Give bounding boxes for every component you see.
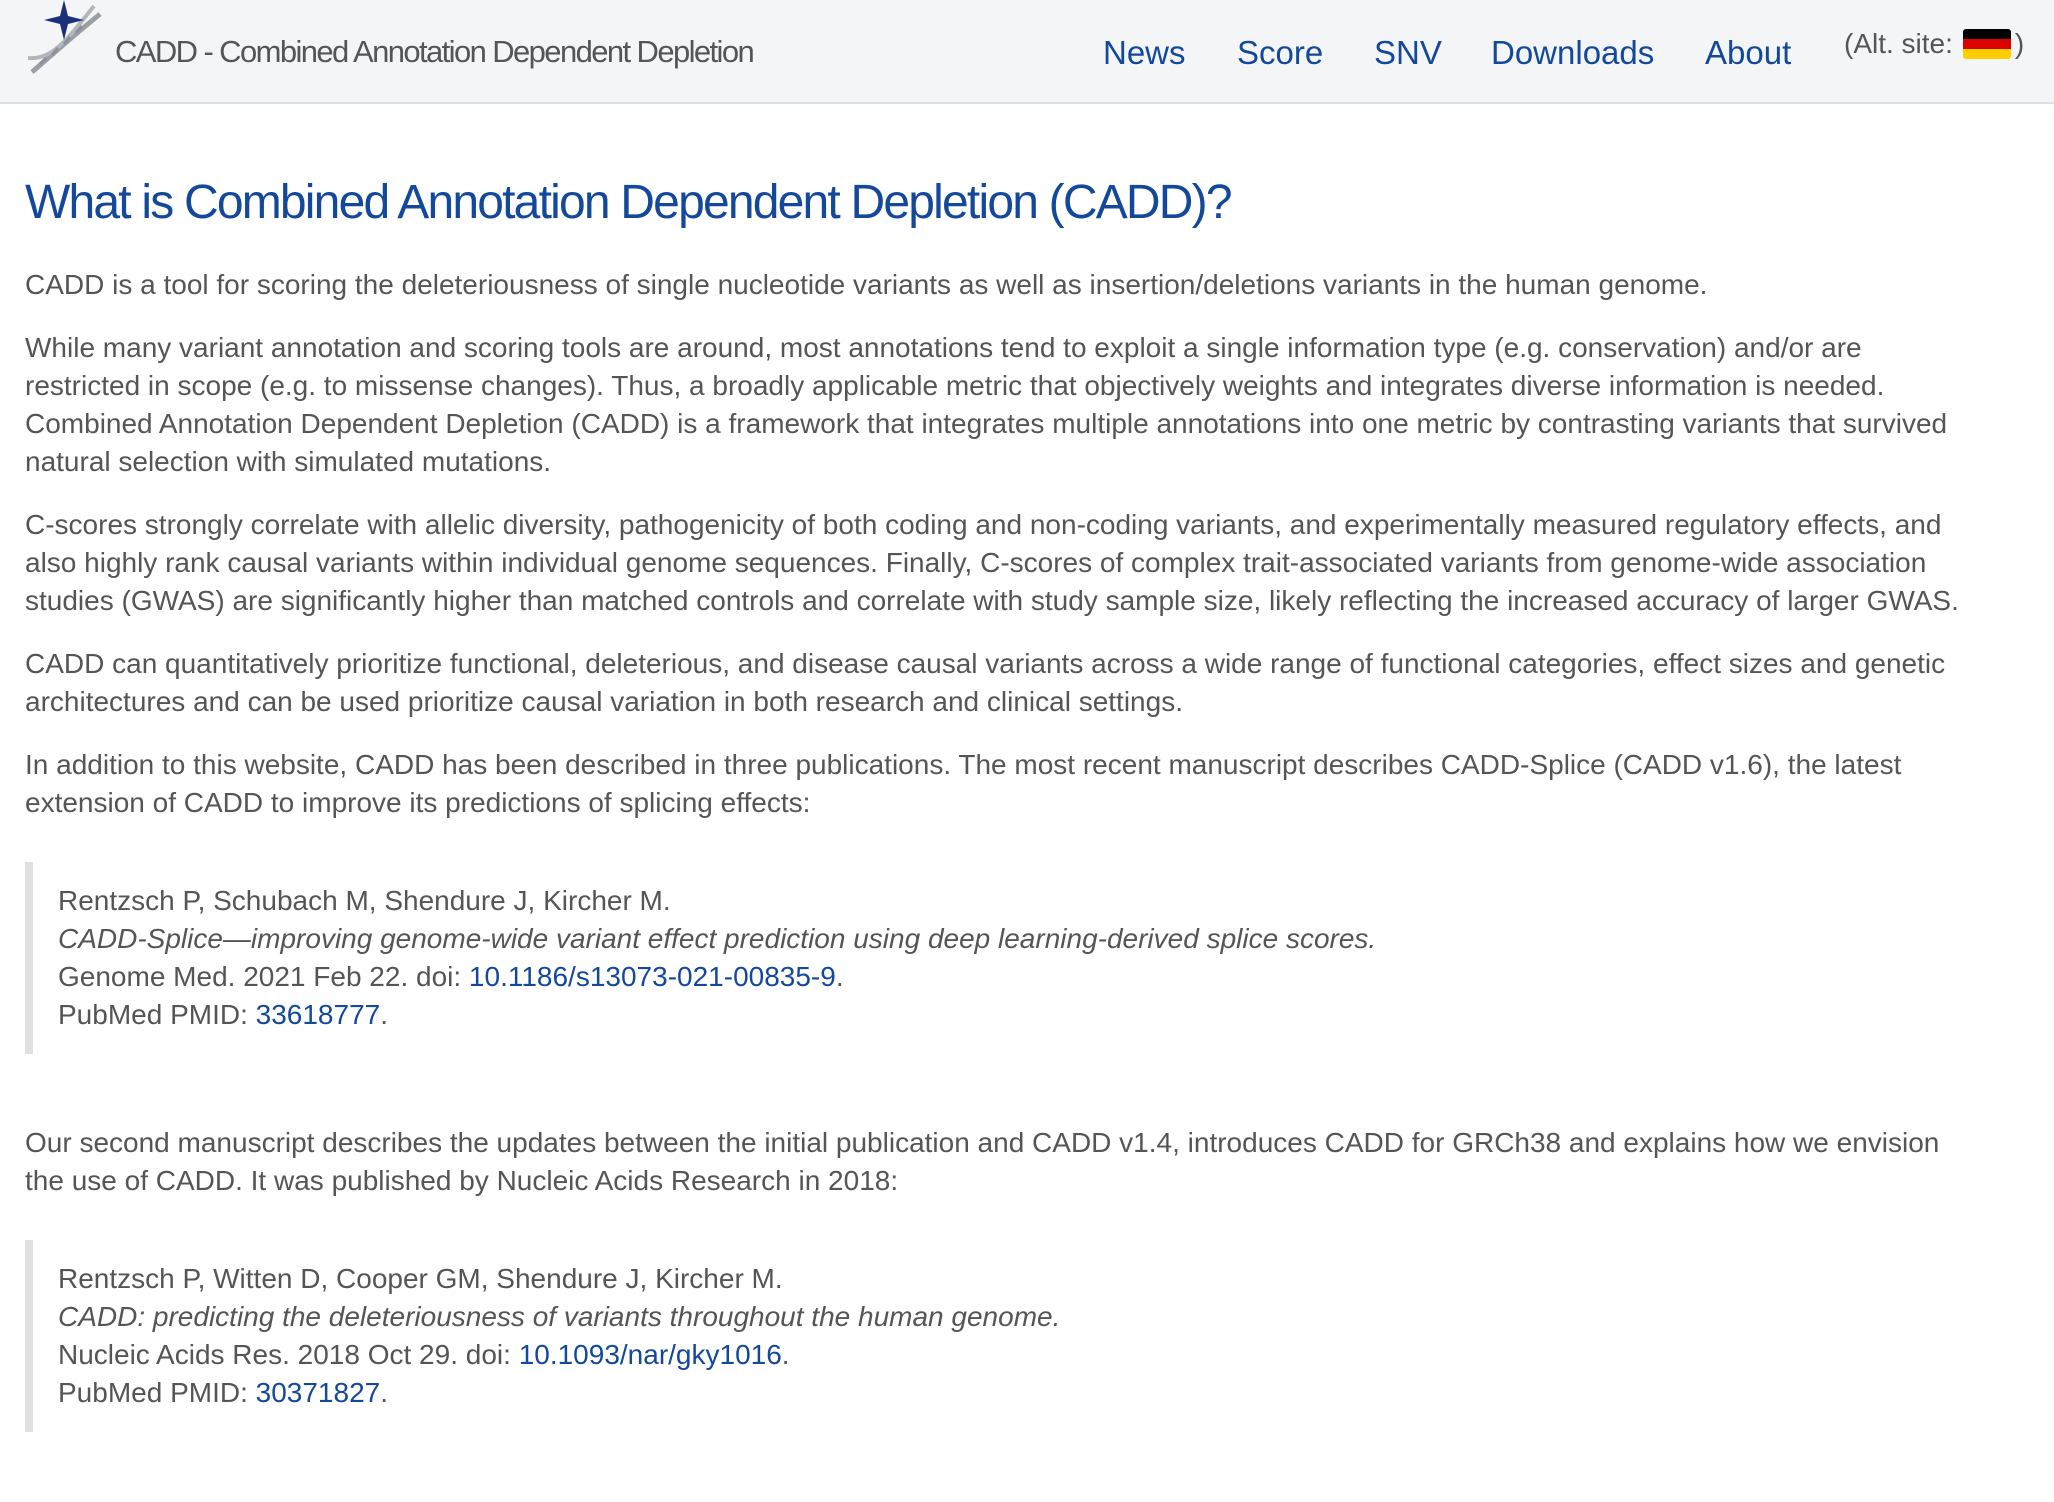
citation-period: . xyxy=(380,1377,388,1408)
main-content: What is Combined Annotation Dependent De… xyxy=(25,170,2025,1502)
text-line: architectures and can be used prioritize… xyxy=(25,686,1183,717)
nav-about[interactable]: About xyxy=(1705,34,1791,72)
nav-downloads[interactable]: Downloads xyxy=(1491,34,1654,72)
publication-citation-2: Rentzsch P, Witten D, Cooper GM, Shendur… xyxy=(25,1240,2025,1432)
citation-title: CADD: predicting the deleteriousness of … xyxy=(58,1301,1061,1332)
second-manuscript-paragraph: Our second manuscript describes the upda… xyxy=(25,1124,2025,1200)
motivation-paragraph: While many variant annotation and scorin… xyxy=(25,329,2025,481)
text-line: CADD is a tool for scoring the deleterio… xyxy=(25,269,1708,300)
citation-journal: Nucleic Acids Res. 2018 Oct 29. doi: xyxy=(58,1339,519,1370)
intro-paragraph: CADD is a tool for scoring the deleterio… xyxy=(25,266,2025,304)
text-line: CADD can quantitatively prioritize funct… xyxy=(25,648,1946,679)
dna-star-icon[interactable] xyxy=(22,0,106,78)
doi-link[interactable]: 10.1186/s13073-021-00835-9 xyxy=(469,961,836,992)
alt-site: (Alt. site: ) xyxy=(1844,28,2024,60)
text-line: the use of CADD. It was published by Nuc… xyxy=(25,1165,899,1196)
nav-score[interactable]: Score xyxy=(1237,34,1323,72)
text-line: natural selection with simulated mutatio… xyxy=(25,446,552,477)
text-line: Combined Annotation Dependent Depletion … xyxy=(25,408,1948,439)
text-line: studies (GWAS) are significantly higher … xyxy=(25,585,1959,616)
text-line: extension of CADD to improve its predict… xyxy=(25,787,811,818)
text-line: restricted in scope (e.g. to missense ch… xyxy=(25,370,1885,401)
citation-journal: Genome Med. 2021 Feb 22. doi: xyxy=(58,961,469,992)
citation-pmid-label: PubMed PMID: xyxy=(58,1377,256,1408)
cscores-paragraph: C-scores strongly correlate with allelic… xyxy=(25,506,2025,620)
text-line: also highly rank causal variants within … xyxy=(25,547,1927,578)
citation-authors: Rentzsch P, Witten D, Cooper GM, Shendur… xyxy=(58,1263,783,1294)
text-line: Our second manuscript describes the upda… xyxy=(25,1127,1940,1158)
flag-de-icon[interactable] xyxy=(1962,29,2011,59)
text-line: C-scores strongly correlate with allelic… xyxy=(25,509,1942,540)
publication-citation-1: Rentzsch P, Schubach M, Shendure J, Kirc… xyxy=(25,862,2025,1054)
citation-period: . xyxy=(781,1339,790,1370)
citation-period: . xyxy=(380,999,388,1030)
nav-news[interactable]: News xyxy=(1103,34,1186,72)
prioritize-paragraph: CADD can quantitatively prioritize funct… xyxy=(25,645,2025,721)
publications-intro-paragraph: In addition to this website, CADD has be… xyxy=(25,746,2025,822)
site-brand[interactable]: CADD - Combined Annotation Dependent Dep… xyxy=(115,34,755,70)
pmid-link[interactable]: 33618777 xyxy=(256,999,381,1030)
page-title: What is Combined Annotation Dependent De… xyxy=(25,176,1233,229)
nav-snv[interactable]: SNV xyxy=(1374,34,1442,72)
text-line: In addition to this website, CADD has be… xyxy=(25,749,1902,780)
pmid-link[interactable]: 30371827 xyxy=(256,1377,381,1408)
alt-site-label: (Alt. site: xyxy=(1844,28,1953,59)
navbar: CADD - Combined Annotation Dependent Dep… xyxy=(0,0,2054,104)
citation-authors: Rentzsch P, Schubach M, Shendure J, Kirc… xyxy=(58,885,671,916)
citation-period: . xyxy=(835,961,844,992)
doi-link[interactable]: 10.1093/nar/gky1016 xyxy=(519,1339,782,1370)
alt-site-close: ) xyxy=(2014,28,2025,59)
citation-title: CADD-Splice—improving genome-wide varian… xyxy=(58,923,1377,954)
text-line: While many variant annotation and scorin… xyxy=(25,332,1862,363)
citation-pmid-label: PubMed PMID: xyxy=(58,999,256,1030)
